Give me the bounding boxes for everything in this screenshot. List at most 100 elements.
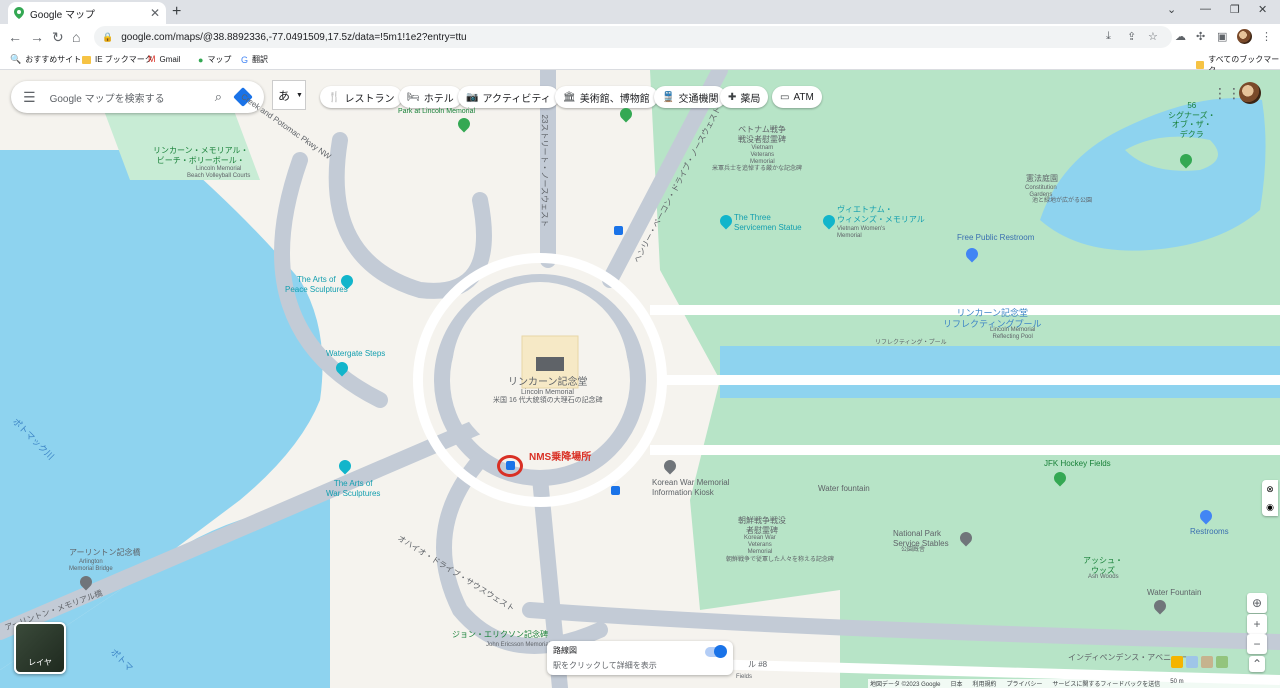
chip-pharmacy[interactable]: ✚ 薬局	[720, 86, 769, 108]
label-water-fountain[interactable]: Water fountain	[818, 484, 870, 494]
bookmark-label: Gmail	[159, 54, 181, 64]
label-lincoln-memorial-ja[interactable]: リンカーン記念堂	[508, 377, 588, 389]
label-arts-of-peace[interactable]: The Arts of Peace Sculptures	[285, 275, 348, 294]
imagery-icon[interactable]	[1216, 656, 1228, 668]
label-john-ericsson[interactable]: ジョン・エリクソン記念碑	[452, 630, 548, 640]
footer-privacy[interactable]: プライバシー	[1006, 679, 1042, 688]
bookmark-translate[interactable]: G 翻訳	[241, 54, 268, 65]
search-icon[interactable]: ⌕	[215, 89, 222, 105]
chip-activity[interactable]: 📷 アクティビティ	[458, 86, 559, 108]
label-free-restroom[interactable]: Free Public Restroom	[957, 233, 1034, 243]
label-restrooms[interactable]: Restrooms	[1190, 527, 1229, 537]
label-signers[interactable]: 56 シグナーズ・ オブ・ザ・ デクラ	[1168, 101, 1216, 139]
transit-stop-icon[interactable]	[506, 461, 515, 470]
address-bar[interactable]: 🔒 google.com/maps/@38.8892336,-77.049150…	[94, 26, 1172, 48]
search-icon: 🔍	[10, 54, 22, 64]
transit-icon: 🚆	[662, 91, 675, 103]
lock-icon[interactable]: 🔒	[102, 32, 113, 43]
footer-region[interactable]: 日本	[950, 679, 962, 688]
label-watergate-steps[interactable]: Watergate Steps	[326, 349, 385, 359]
chip-atm[interactable]: ▭ ATM	[772, 86, 822, 108]
close-icon[interactable]: ⊗	[1266, 484, 1274, 495]
transit-stop-icon[interactable]	[611, 486, 620, 495]
pegman-icon[interactable]	[1171, 656, 1183, 668]
hamburger-menu-icon[interactable]: ☰	[23, 89, 36, 106]
scale-bar[interactable]: 50 m	[1170, 679, 1183, 688]
extension-icon[interactable]: ☁	[1175, 30, 1186, 43]
account-avatar[interactable]	[1239, 82, 1261, 104]
label-korean-war-memorial[interactable]: 朝鮮戦争戦没 者慰霊碑	[738, 516, 786, 535]
label-korean-war-kiosk[interactable]: Korean War Memorial Information Kiosk	[652, 478, 730, 497]
label-park-stables[interactable]: National Park Service Stables	[893, 529, 949, 548]
reload-icon[interactable]: ↻	[52, 29, 64, 46]
my-location-button[interactable]: ⊕	[1247, 593, 1267, 613]
home-icon[interactable]: ⌂	[72, 29, 80, 45]
new-tab-icon[interactable]: +	[172, 3, 181, 21]
chip-label: 美術館、博物館	[579, 93, 650, 105]
tab-list-icon[interactable]: ⌄	[1167, 3, 1176, 16]
maximize-icon[interactable]: ❐	[1230, 3, 1240, 16]
puzzle-icon[interactable]: ✣	[1196, 30, 1205, 43]
label-ash-woods[interactable]: アッシュ・ ウッズ	[1083, 556, 1123, 575]
chip-restaurant[interactable]: 🍴 レストラン	[320, 86, 403, 108]
minimize-icon[interactable]: —	[1200, 3, 1211, 15]
bookmark-label: おすすめサイト	[25, 55, 82, 64]
map-footer: 地図データ ©2023 Google 日本 利用規約 プライバシー サービスに関…	[868, 679, 1280, 688]
layers-button[interactable]: レイヤ	[14, 622, 66, 674]
url-text: google.com/maps/@38.8892336,-77.0491509,…	[121, 31, 467, 43]
install-icon[interactable]: ⤓	[1106, 30, 1111, 43]
search-input[interactable]: Google マップを検索する	[50, 90, 215, 105]
bookmark-gmail[interactable]: M Gmail	[148, 54, 180, 64]
tab-google-maps[interactable]: Google マップ ✕	[8, 2, 166, 24]
label-vietnam-women-en: Vietnam Women's Memorial	[837, 226, 886, 240]
map-canvas[interactable]: ☰ Google マップを検索する ⌕ あ ▼ 🍴 レストラン 🛏 ホテル 📷 アクティ…	[0, 70, 1280, 688]
ime-toggle[interactable]: あ ▼	[272, 80, 306, 110]
bookmark-ie[interactable]: IE ブックマーク	[82, 54, 153, 65]
label-jfk-hockey[interactable]: JFK Hockey Fields	[1044, 459, 1111, 469]
forward-icon[interactable]: →	[30, 29, 44, 45]
imagery-icon[interactable]	[1186, 656, 1198, 668]
label-three-servicemen[interactable]: The Three Servicemen Statue	[734, 213, 802, 232]
share-icon[interactable]: ⇪	[1127, 30, 1136, 43]
bookmark-label: マップ	[207, 55, 232, 64]
label-beach-volley[interactable]: リンカーン・メモリアル・ ビーチ・ボリーボール・	[153, 146, 249, 165]
zoom-out-button[interactable]: −	[1247, 634, 1267, 654]
camera-icon: 📷	[466, 91, 479, 103]
transit-stop-icon[interactable]	[614, 226, 623, 235]
bookmark-label: IE ブックマーク	[95, 55, 153, 64]
footer-feedback[interactable]: サービスに関するフィードバックを送信	[1052, 679, 1160, 688]
bookmark-maps[interactable]: ● マップ	[198, 54, 231, 65]
chip-hotel[interactable]: 🛏 ホテル	[399, 86, 462, 108]
expand-imagery-icon[interactable]: ⌃	[1249, 656, 1265, 672]
menu-dots-icon[interactable]: ⋮	[1261, 30, 1272, 43]
ime-label: あ	[278, 88, 291, 103]
zoom-in-button[interactable]: +	[1247, 614, 1267, 634]
maps-pin-icon	[14, 7, 24, 19]
label-fields: Fields	[736, 674, 753, 680]
label-vietnam-women[interactable]: ヴィエトナム・ ウィメンズ・メモリアル	[837, 205, 925, 224]
label-water-fountain-2[interactable]: Water Fountain	[1147, 588, 1201, 598]
back-icon[interactable]: ←	[8, 29, 22, 45]
label-arts-of-war[interactable]: The Arts of War Sculptures	[326, 479, 380, 498]
transit-route-card[interactable]: 路線図 駅をクリックして詳細を表示	[547, 641, 733, 675]
sidepanel-icon[interactable]: ▣	[1217, 30, 1227, 43]
footer-terms[interactable]: 利用規約	[972, 679, 996, 688]
chip-label: 薬局	[740, 93, 761, 105]
bookmark-star-icon[interactable]: ☆	[1148, 30, 1158, 43]
info-icon[interactable]: ◉	[1266, 502, 1274, 513]
label-vietnam-memorial[interactable]: ベトナム戦争 戦没者慰霊碑	[738, 125, 786, 144]
side-panel-tab[interactable]: ⊗ ◉	[1262, 480, 1278, 516]
route-toggle[interactable]	[705, 645, 727, 658]
label-nms-stop: NMS乗降場所	[529, 452, 592, 463]
label-park-stables-ja: 公園厩舎	[901, 547, 926, 553]
profile-avatar[interactable]	[1237, 29, 1252, 44]
label-constitution-gardens[interactable]: 憲法庭園	[1026, 174, 1058, 184]
label-reflecting-pool-en: Lincoln Memorial Reflecting Pool	[990, 327, 1036, 341]
label-vietnam-memorial-en: Vietnam Veterans Memorial	[750, 145, 775, 166]
bookmark-osusume[interactable]: 🔍 おすすめサイト	[10, 54, 81, 65]
chip-museum[interactable]: 🏛 美術館、博物館	[555, 86, 658, 108]
map-search-box[interactable]: ☰ Google マップを検索する ⌕	[11, 81, 264, 113]
imagery-icon[interactable]	[1201, 656, 1213, 668]
close-window-icon[interactable]: ✕	[1258, 3, 1267, 16]
close-tab-icon[interactable]: ✕	[150, 6, 160, 20]
